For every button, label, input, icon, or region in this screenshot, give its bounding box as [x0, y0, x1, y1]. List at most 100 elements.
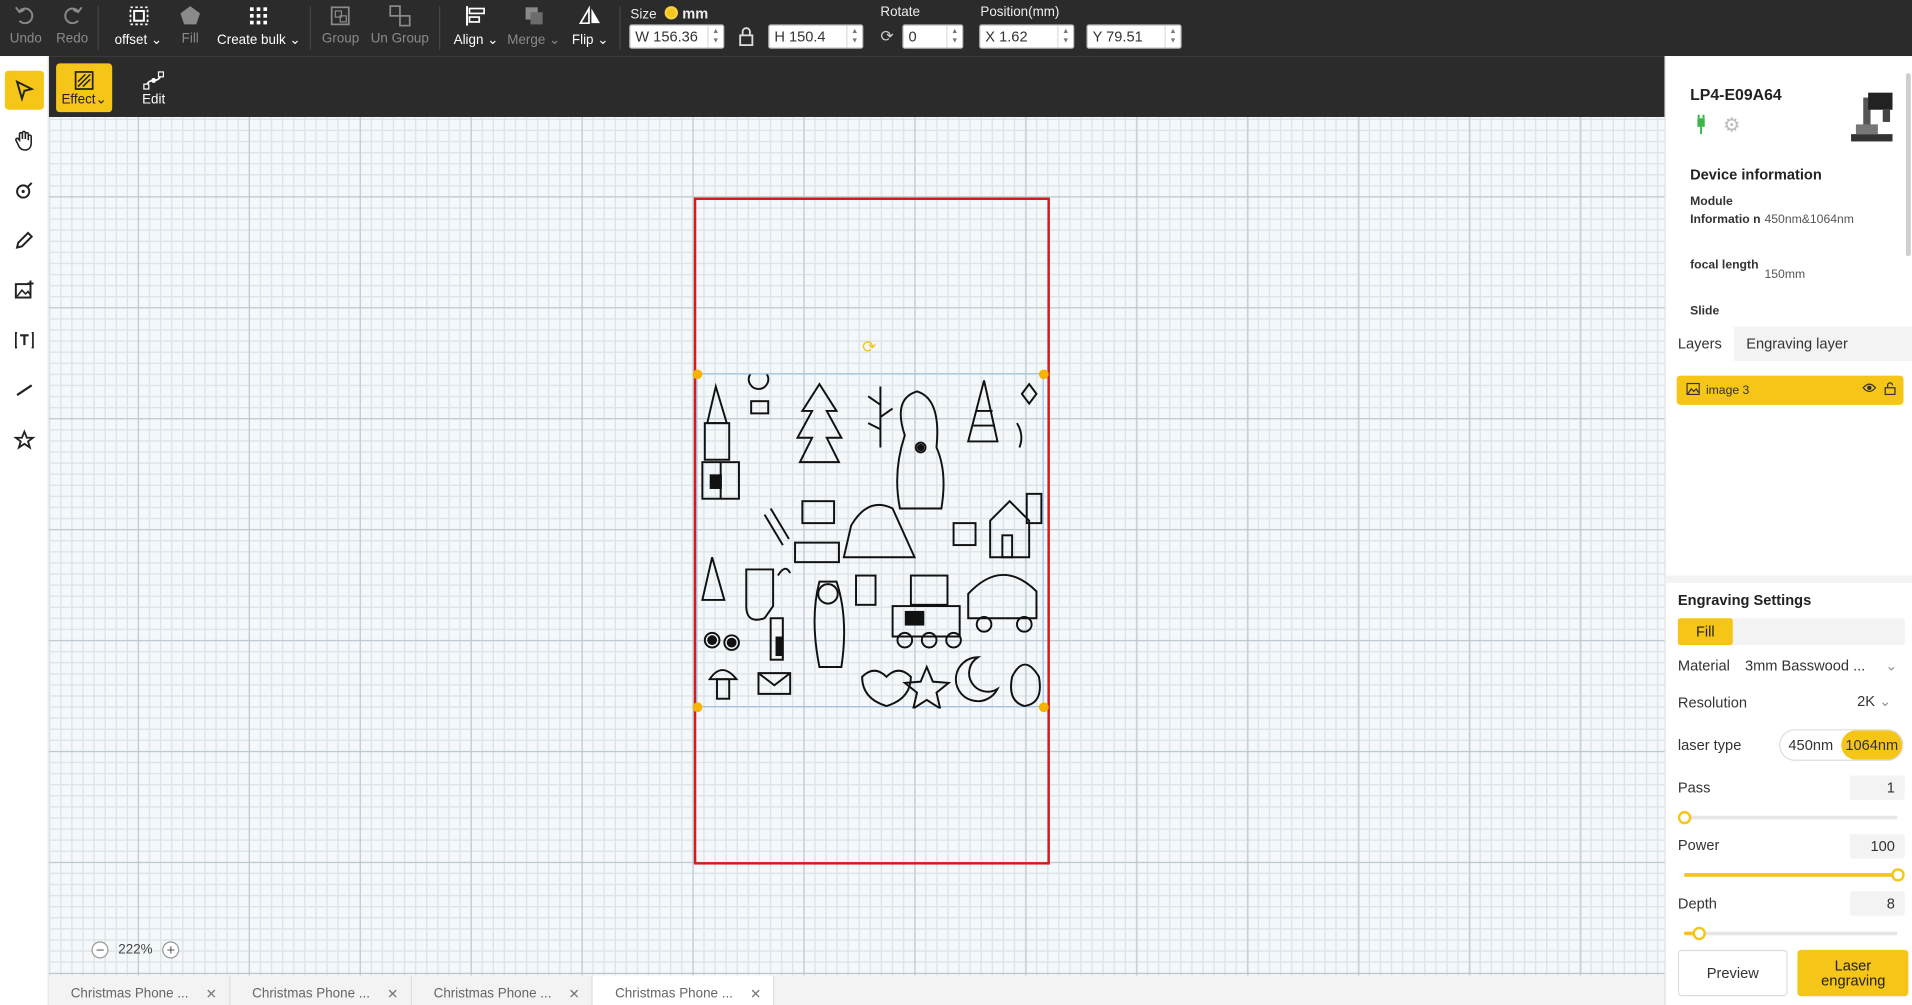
flip-icon: [578, 5, 600, 25]
create-bulk-label: Create bulk: [217, 32, 286, 48]
redo-button[interactable]: Redo: [56, 4, 88, 47]
offset-button[interactable]: offset ⌄: [115, 4, 162, 48]
close-icon[interactable]: ✕: [569, 986, 580, 1002]
file-tab-active[interactable]: Christmas Phone ... ✕: [593, 975, 775, 1005]
gear-icon[interactable]: ⚙: [1723, 113, 1740, 137]
device-scrollbar[interactable]: [1905, 73, 1911, 257]
depth-input[interactable]: 8: [1849, 891, 1905, 916]
depth-slider[interactable]: [1683, 926, 1898, 941]
close-icon[interactable]: ✕: [206, 986, 217, 1002]
mode-fill-tab[interactable]: Fill: [1677, 618, 1733, 646]
align-button[interactable]: Align ⌄: [454, 4, 498, 48]
height-field[interactable]: H 150.4 ▲ ▼: [768, 24, 864, 49]
rotate-field[interactable]: 0 ▲ ▼: [902, 24, 964, 49]
selected-image[interactable]: [696, 368, 1044, 711]
resize-handle-br[interactable]: [1038, 702, 1049, 713]
laser-type-toggle: 450nm 1064nm: [1779, 729, 1904, 761]
depth-slider-knob[interactable]: [1692, 926, 1707, 941]
edit-label: Edit: [142, 92, 166, 108]
hand-tool[interactable]: [5, 121, 44, 160]
unlock-icon[interactable]: [1884, 382, 1896, 399]
secondary-toolbar: Effect⌄ Edit: [48, 56, 1665, 118]
create-bulk-button[interactable]: Create bulk ⌄: [217, 4, 301, 48]
module-value: 450nm&1064nm: [1764, 213, 1854, 227]
shape-tool[interactable]: [5, 421, 44, 460]
connected-plug-icon: [1695, 114, 1707, 141]
resize-handle-tl[interactable]: [692, 369, 703, 380]
line-tool[interactable]: [5, 371, 44, 410]
close-icon[interactable]: ✕: [387, 986, 398, 1002]
edit-button[interactable]: Edit: [129, 63, 178, 112]
zoom-in-button[interactable]: +: [162, 941, 180, 959]
effect-button[interactable]: Effect⌄: [56, 63, 113, 113]
merge-icon: [525, 7, 543, 25]
file-tab-label: Christmas Phone ...: [70, 986, 189, 1002]
zoom-control: − 222% +: [91, 941, 180, 959]
text-tool[interactable]: [5, 321, 44, 360]
power-input[interactable]: 100: [1849, 834, 1905, 859]
laser-engraving-button[interactable]: Laser engraving: [1797, 949, 1909, 997]
rotate-icon: ⟳: [880, 26, 894, 46]
device-name: LP4-E09A64: [1690, 85, 1782, 104]
redo-icon: [64, 6, 83, 25]
christmas-doodle-image: [701, 368, 1043, 711]
canvas[interactable]: ⟳ − 222% +: [48, 117, 1665, 976]
engraving-settings-title: Engraving Settings: [1677, 591, 1812, 609]
fill-button[interactable]: Fill: [178, 4, 202, 47]
eye-icon[interactable]: [1862, 382, 1877, 399]
line-icon: [16, 384, 33, 396]
preview-button[interactable]: Preview: [1677, 949, 1788, 997]
pass-slider-knob[interactable]: [1677, 810, 1692, 825]
right-panel: LP4-E09A64 ⚙ Device information Module I…: [1664, 56, 1912, 1005]
close-icon[interactable]: ✕: [750, 986, 761, 1002]
rotate-handle-icon[interactable]: ⟳: [862, 337, 876, 358]
position-x-field[interactable]: X 1.62 ▲ ▼: [979, 24, 1075, 49]
pencil-tool[interactable]: [5, 221, 44, 260]
zoom-out-button[interactable]: −: [91, 941, 109, 959]
layer-item[interactable]: image 3: [1676, 375, 1904, 405]
resize-handle-bl[interactable]: [692, 702, 703, 713]
select-tool[interactable]: [4, 70, 44, 110]
zoom-level: 222%: [118, 942, 153, 958]
position-y-field[interactable]: Y 79.51 ▲ ▼: [1086, 24, 1182, 49]
fill-label: Fill: [181, 31, 199, 47]
left-toolbar: [0, 56, 49, 1005]
width-field[interactable]: W 156.36 ▲ ▼: [629, 24, 725, 49]
file-tab-label: Christmas Phone ...: [252, 986, 370, 1002]
material-select[interactable]: 3mm Basswood ... ⌄: [1745, 657, 1898, 674]
depth-label: Depth: [1677, 895, 1717, 913]
laser-450-option[interactable]: 450nm: [1780, 730, 1841, 759]
pass-input[interactable]: 1: [1849, 775, 1905, 800]
group-button[interactable]: Group: [322, 4, 359, 47]
image-tool[interactable]: [5, 271, 44, 310]
ungroup-button[interactable]: Un Group: [371, 4, 429, 47]
undo-button[interactable]: Undo: [10, 4, 42, 47]
merge-button[interactable]: Merge ⌄: [507, 4, 560, 48]
text-icon: [14, 332, 34, 349]
laser-type-label: laser type: [1677, 736, 1742, 754]
file-tab-label: Christmas Phone ...: [433, 986, 552, 1002]
chevron-down-icon: ⌄: [1885, 657, 1898, 675]
power-slider-knob[interactable]: [1891, 868, 1905, 882]
tab-layers[interactable]: Layers: [1665, 326, 1735, 361]
unit-toggle[interactable]: [664, 6, 678, 20]
file-tab[interactable]: Christmas Phone ... ✕: [411, 975, 594, 1005]
resize-handle-tr[interactable]: [1038, 369, 1049, 380]
position-x-value: X 1.62: [985, 28, 1028, 46]
slide-label: Slide: [1690, 304, 1720, 319]
file-tab[interactable]: Christmas Phone ... ✕: [48, 975, 231, 1005]
pencil-icon: [15, 231, 34, 249]
resolution-select[interactable]: 2K ⌄: [1857, 693, 1891, 710]
flip-button[interactable]: Flip ⌄: [572, 4, 608, 48]
file-tab[interactable]: Christmas Phone ... ✕: [230, 975, 412, 1005]
lock-icon[interactable]: [738, 27, 755, 53]
redo-label: Redo: [56, 31, 89, 47]
tab-engraving-layer[interactable]: Engraving layer: [1734, 327, 1860, 361]
material-label: Material: [1677, 657, 1730, 675]
pass-slider[interactable]: [1677, 810, 1898, 825]
unit-label: mm: [682, 4, 709, 22]
power-slider[interactable]: [1683, 868, 1905, 882]
align-left-icon: [466, 6, 486, 26]
laser-1064-option[interactable]: 1064nm: [1841, 730, 1903, 760]
pen-tool[interactable]: [5, 171, 44, 210]
